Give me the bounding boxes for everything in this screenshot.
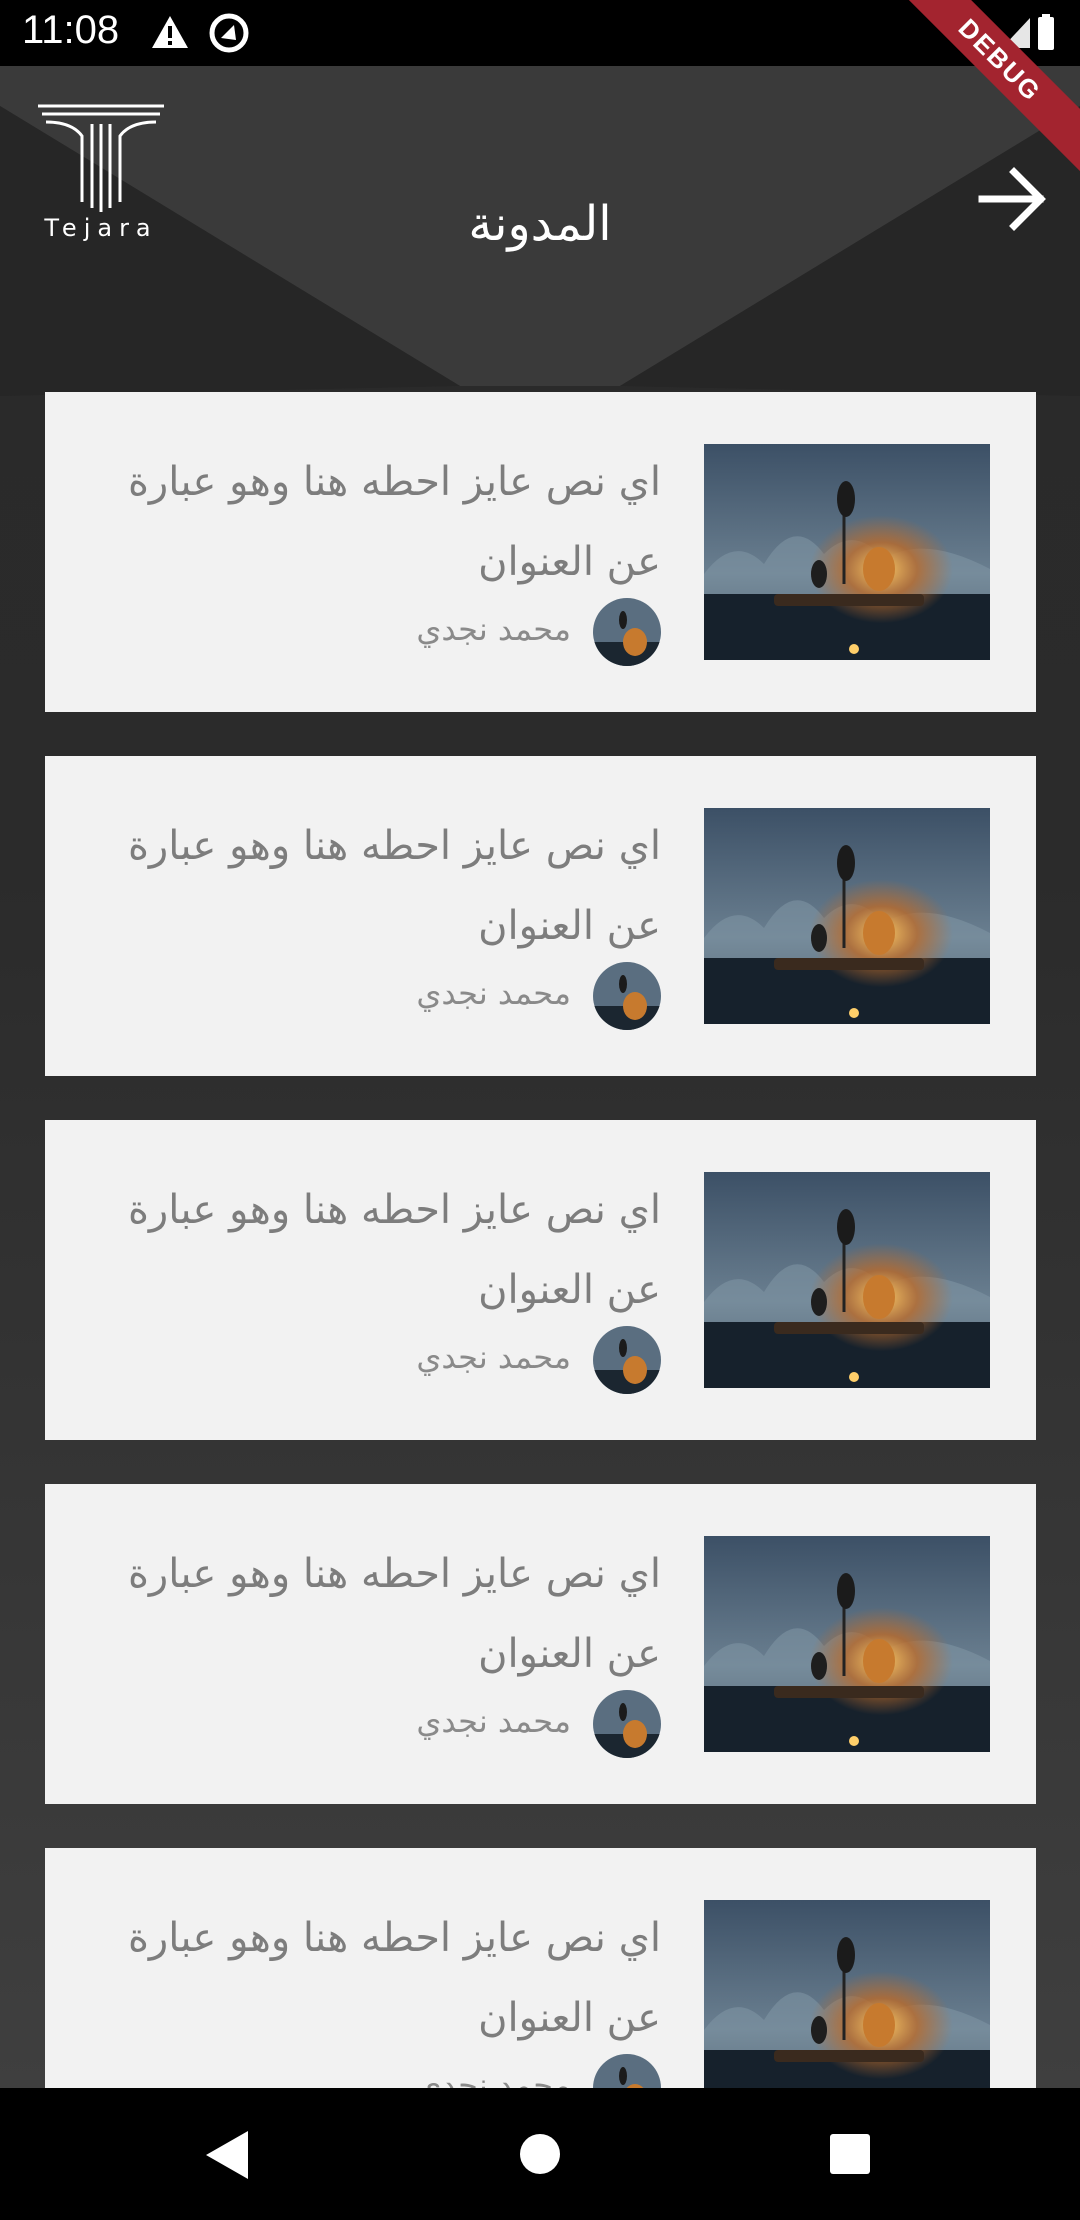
sync-icon	[209, 13, 249, 53]
post-thumbnail	[704, 1172, 990, 1388]
logo-text: Tejara	[44, 214, 158, 242]
author-name: محمد نجدي	[416, 1338, 571, 1376]
battery-icon	[1038, 14, 1054, 50]
post-title: اي نص عايز احطه هنا وهو عبارة عن العنوان	[127, 1187, 661, 1313]
post-title: اي نص عايز احطه هنا وهو عبارة عن العنوان	[127, 823, 661, 949]
author-avatar	[593, 962, 661, 1030]
author-name: محمد نجدي	[416, 1702, 571, 1740]
post-thumbnail	[704, 1900, 990, 2088]
post-thumbnail	[704, 808, 990, 1024]
back-arrow-button[interactable]	[976, 162, 1050, 236]
blog-post-card[interactable]: اي نص عايز احطه هنا وهو عبارة عن العنوان…	[45, 392, 1036, 712]
author-avatar	[593, 2054, 661, 2088]
warning-icon	[152, 16, 188, 48]
tejara-logo: Tejara	[32, 102, 170, 244]
nav-home-icon[interactable]	[518, 2132, 562, 2176]
status-time: 11:08	[22, 8, 120, 52]
author-name: محمد نجدي	[416, 2066, 571, 2088]
blog-post-card[interactable]: اي نص عايز احطه هنا وهو عبارة عن العنوان…	[45, 1848, 1036, 2088]
author-name: محمد نجدي	[416, 974, 571, 1012]
post-title: اي نص عايز احطه هنا وهو عبارة عن العنوان	[127, 459, 661, 585]
app-screen: Tejara المدونة اي نص عايز احطه هنا وهو ع…	[0, 66, 1080, 2088]
post-thumbnail	[704, 444, 990, 660]
arrow-right-icon	[978, 167, 1046, 231]
author-avatar	[593, 1690, 661, 1758]
post-title: اي نص عايز احطه هنا وهو عبارة عن العنوان	[127, 1551, 661, 1677]
blog-post-card[interactable]: اي نص عايز احطه هنا وهو عبارة عن العنوان…	[45, 1484, 1036, 1804]
author-avatar	[593, 598, 661, 666]
logo-mark	[38, 104, 164, 212]
nav-recent-icon[interactable]	[828, 2132, 872, 2176]
blog-post-card[interactable]: اي نص عايز احطه هنا وهو عبارة عن العنوان…	[45, 756, 1036, 1076]
blog-list: اي نص عايز احطه هنا وهو عبارة عن العنوان…	[45, 392, 1036, 2088]
post-title: اي نص عايز احطه هنا وهو عبارة عن العنوان	[127, 1915, 661, 2041]
author-name: محمد نجدي	[416, 610, 571, 648]
post-thumbnail	[704, 1536, 990, 1752]
blog-post-card[interactable]: اي نص عايز احطه هنا وهو عبارة عن العنوان…	[45, 1120, 1036, 1440]
page-title: المدونة	[468, 196, 612, 252]
nav-back-icon[interactable]	[202, 2128, 252, 2182]
author-avatar	[593, 1326, 661, 1394]
system-nav-bar	[0, 2088, 1080, 2220]
